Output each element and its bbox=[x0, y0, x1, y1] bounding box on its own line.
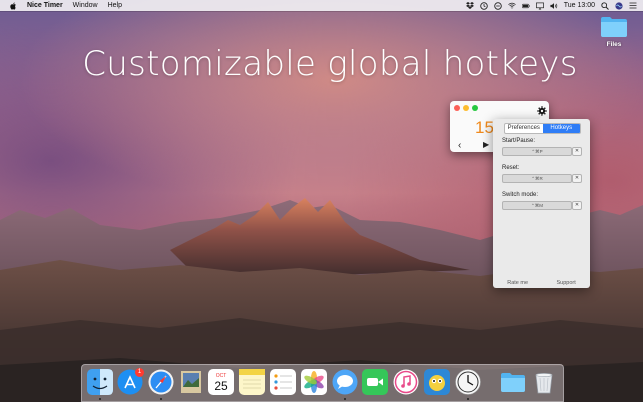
notification-center-icon[interactable] bbox=[629, 2, 637, 10]
calendar-icon[interactable]: OCT 25 bbox=[208, 369, 234, 395]
messages-icon[interactable] bbox=[332, 369, 358, 395]
cast-icon[interactable] bbox=[535, 2, 544, 10]
preferences-popover: Preferences Hotkeys Start/Pause: ⌃⌘P ✕ R… bbox=[493, 114, 590, 288]
tab-preferences[interactable]: Preferences bbox=[505, 124, 543, 133]
tab-hotkeys[interactable]: Hotkeys bbox=[542, 124, 580, 133]
preferences-footer: Rate me Support bbox=[493, 280, 590, 286]
search-icon[interactable] bbox=[601, 1, 609, 10]
minimize-window-button[interactable] bbox=[463, 105, 469, 111]
menu-window[interactable]: Window bbox=[73, 2, 98, 9]
siri-icon[interactable] bbox=[615, 1, 623, 10]
menu-bar: Nice Timer Window Help Tue 13:00 bbox=[0, 0, 643, 11]
gear-icon[interactable] bbox=[537, 103, 547, 116]
safari-running-indicator bbox=[160, 398, 162, 400]
dropbox-icon[interactable] bbox=[465, 2, 474, 10]
support-link[interactable]: Support bbox=[557, 280, 576, 286]
apple-menu-icon[interactable] bbox=[8, 0, 18, 11]
safari-icon[interactable] bbox=[148, 369, 174, 395]
nice-timer-icon[interactable] bbox=[455, 369, 481, 395]
volume-icon[interactable] bbox=[550, 2, 558, 10]
previous-mode-icon[interactable]: ‹ bbox=[458, 140, 461, 151]
finder-running-indicator bbox=[99, 398, 101, 400]
itunes-icon[interactable] bbox=[393, 369, 419, 395]
app-store-badge: 1 bbox=[135, 368, 144, 377]
promo-headline: Customizable global hotkeys bbox=[82, 44, 578, 84]
menu-clock[interactable]: Tue 13:00 bbox=[564, 2, 595, 9]
trash-icon[interactable] bbox=[531, 369, 557, 395]
switch-mode-label: Switch mode: bbox=[502, 192, 539, 198]
start-pause-hotkey-field[interactable]: ⌃⌘P bbox=[502, 147, 572, 156]
preview-icon[interactable] bbox=[178, 369, 204, 395]
finder-icon[interactable] bbox=[87, 369, 113, 395]
folder-icon bbox=[600, 16, 628, 38]
battery-icon[interactable] bbox=[521, 2, 530, 10]
switch-mode-hotkey-field[interactable]: ⌃⌘M bbox=[502, 201, 572, 210]
tweetbot-icon[interactable] bbox=[424, 369, 450, 395]
dock: OCT 25 bbox=[81, 364, 564, 402]
preferences-tabs: Preferences Hotkeys bbox=[504, 123, 581, 134]
timer-icon[interactable] bbox=[479, 1, 488, 10]
timer-display: 15 bbox=[475, 118, 494, 137]
menu-app-name[interactable]: Nice Timer bbox=[27, 2, 63, 9]
messages-running-indicator bbox=[344, 398, 346, 400]
photos-icon[interactable] bbox=[301, 369, 327, 395]
facetime-icon[interactable] bbox=[362, 369, 388, 395]
rate-me-link[interactable]: Rate me bbox=[507, 280, 528, 286]
files-label: Files bbox=[606, 41, 622, 48]
close-window-button[interactable] bbox=[454, 105, 460, 111]
switch-mode-clear-button[interactable]: ✕ bbox=[572, 201, 582, 210]
calendar-day: 25 bbox=[214, 379, 228, 393]
nice-timer-running-indicator bbox=[467, 398, 469, 400]
zoom-window-button[interactable] bbox=[472, 105, 478, 111]
notes-icon[interactable] bbox=[239, 369, 265, 395]
start-pause-clear-button[interactable]: ✕ bbox=[572, 147, 582, 156]
menu-help[interactable]: Help bbox=[108, 2, 122, 9]
reset-clear-button[interactable]: ✕ bbox=[572, 174, 582, 183]
history-icon[interactable] bbox=[493, 1, 502, 10]
reset-label: Reset: bbox=[502, 165, 520, 171]
wifi-icon[interactable] bbox=[507, 2, 516, 10]
start-pause-label: Start/Pause: bbox=[502, 138, 536, 144]
play-icon[interactable]: ▶ bbox=[483, 140, 489, 149]
folder-icon[interactable] bbox=[500, 369, 526, 395]
desktop-files-folder[interactable]: Files bbox=[598, 16, 630, 48]
reminders-icon[interactable] bbox=[270, 369, 296, 395]
reset-hotkey-field[interactable]: ⌃⌘R bbox=[502, 174, 572, 183]
